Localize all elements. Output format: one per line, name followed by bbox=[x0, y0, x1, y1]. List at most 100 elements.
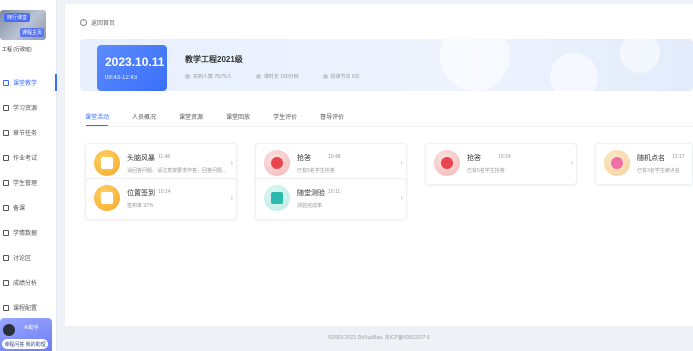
activity-card-quiz[interactable]: 随堂测验 10:11 测验完成率 › bbox=[255, 178, 407, 220]
sidebar: 随行课堂 课程主页 工程 (行政班) 课堂教学 学习资源 章节任务 作业考试 学… bbox=[0, 0, 57, 351]
ai-assistant-label: AI助手 bbox=[24, 325, 39, 331]
tab-replay[interactable]: 课堂回放 bbox=[226, 112, 250, 126]
sidebar-item-prepare[interactable]: 备课 bbox=[0, 195, 57, 220]
activity-time: 10:48 bbox=[328, 154, 341, 160]
stat-text: 实到人数 75/76人 bbox=[193, 74, 232, 80]
alarm-glyph bbox=[271, 157, 283, 169]
brain-icon bbox=[94, 150, 120, 176]
activity-card-quick-answer-2[interactable]: 抢答 10:24 已有5名学生抢答 › bbox=[425, 143, 577, 185]
chevron-right-icon: › bbox=[400, 160, 403, 167]
activity-desc: 已有5名学生抢答 bbox=[467, 168, 505, 174]
sidebar-item-classroom[interactable]: 课堂教学 bbox=[0, 70, 57, 95]
stat-text: 授课节次 6次 bbox=[330, 74, 360, 80]
activity-time: 12:17 bbox=[672, 154, 685, 160]
attendance-stat: 实到人数 75/76人 bbox=[185, 73, 232, 80]
grades-icon bbox=[3, 279, 9, 286]
chevron-right-icon: › bbox=[400, 195, 403, 202]
course-cover-image[interactable]: 随行课堂 课程主页 bbox=[0, 10, 46, 40]
date-card: 2023.10.11 09:43-12:43 bbox=[97, 45, 167, 91]
sidebar-item-analytics[interactable]: 学情数据 bbox=[0, 220, 57, 245]
sidebar-item-homework[interactable]: 作业考试 bbox=[0, 145, 57, 170]
quiz-icon bbox=[264, 185, 290, 211]
tab-attendance[interactable]: 人员概况 bbox=[132, 112, 156, 126]
discussion-icon bbox=[3, 254, 9, 261]
activity-card-location-checkin[interactable]: 位置签到 10:14 签到率 97% › bbox=[85, 178, 237, 220]
sidebar-item-label: 学习资源 bbox=[13, 106, 38, 112]
sidebar-item-grades[interactable]: 成绩分析 bbox=[0, 270, 57, 295]
homework-icon bbox=[3, 154, 9, 161]
sidebar-item-resources[interactable]: 学习资源 bbox=[0, 95, 57, 120]
tab-activities[interactable]: 课堂活动 bbox=[85, 112, 109, 126]
activity-title: 抢答 bbox=[467, 155, 481, 162]
cover-tag: 随行课堂 bbox=[4, 13, 31, 22]
sessions-stat: 授课节次 6次 bbox=[322, 73, 360, 80]
resources-icon bbox=[3, 104, 9, 111]
alarm-icon bbox=[434, 150, 460, 176]
activity-title: 头脑风暴 bbox=[127, 155, 155, 162]
sidebar-item-chapters[interactable]: 章节任务 bbox=[0, 120, 57, 145]
activity-time: 10:24 bbox=[498, 154, 511, 160]
chevron-right-icon: › bbox=[230, 195, 233, 202]
ai-assistant-card[interactable]: AI助手 课程问答 我的助理 bbox=[0, 318, 52, 351]
alarm-glyph bbox=[441, 157, 453, 169]
chapters-icon bbox=[3, 129, 9, 136]
students-icon bbox=[3, 179, 9, 186]
sidebar-item-label: 学情数据 bbox=[13, 231, 38, 237]
back-icon: ‹ bbox=[80, 19, 87, 26]
activity-desc: 签到率 97% bbox=[127, 203, 154, 209]
sidebar-item-discussion[interactable]: 讨论区 bbox=[0, 245, 57, 270]
activity-time: 11:48 bbox=[158, 154, 171, 160]
sidebar-item-label: 课堂教学 bbox=[13, 81, 38, 87]
sidebar-item-label: 课程配置 bbox=[13, 306, 38, 312]
sidebar-item-label: 成绩分析 bbox=[13, 281, 38, 287]
class-date: 2023.10.11 bbox=[105, 55, 165, 69]
sidebar-item-students[interactable]: 学生管理 bbox=[0, 170, 57, 195]
clock-icon bbox=[255, 74, 261, 79]
activity-time: 10:14 bbox=[158, 189, 171, 195]
tab-resources[interactable]: 课堂资源 bbox=[179, 112, 203, 126]
roll-call-glyph bbox=[611, 157, 623, 169]
activity-title: 抢答 bbox=[297, 155, 311, 162]
chevron-right-icon: › bbox=[570, 160, 573, 167]
classroom-icon bbox=[3, 79, 9, 86]
sidebar-item-label: 学生管理 bbox=[13, 181, 38, 187]
config-icon bbox=[3, 304, 9, 311]
activity-desc: 请回答问题，请注意按要求作答，回答问题... bbox=[127, 168, 227, 174]
activity-desc: 已有5名学生抢答 bbox=[297, 168, 335, 174]
banner-decoration bbox=[620, 39, 660, 73]
activity-desc: 测验完成率 bbox=[297, 203, 323, 209]
tab-divider bbox=[80, 126, 693, 127]
class-time: 09:43-12:43 bbox=[105, 75, 138, 81]
sidebar-item-label: 讨论区 bbox=[13, 256, 32, 262]
back-label: 返回首页 bbox=[91, 21, 116, 27]
chevron-right-icon: › bbox=[230, 160, 233, 167]
activity-card-roll-call[interactable]: 随机点名 12:17 已有3名学生被点名 bbox=[595, 143, 693, 185]
tab-student-review[interactable]: 学生评价 bbox=[273, 112, 297, 126]
activity-desc: 已有3名学生被点名 bbox=[637, 168, 680, 174]
ai-assistant-button[interactable]: 课程问答 我的助理 bbox=[2, 339, 48, 349]
sidebar-item-label: 章节任务 bbox=[13, 131, 38, 137]
person-icon bbox=[185, 74, 190, 79]
tab-bar: 课堂活动 人员概况 课堂资源 课堂回放 学生评价 督导评价 bbox=[85, 112, 367, 126]
class-stats: 实到人数 75/76人 课时长 180分钟 授课节次 6次 bbox=[185, 73, 384, 80]
avatar bbox=[3, 324, 15, 336]
cover-sub-label[interactable]: 课程主页 bbox=[19, 28, 44, 37]
brain-glyph bbox=[101, 157, 113, 169]
activity-title: 随堂测验 bbox=[297, 190, 325, 197]
class-title: 教学工程2021级 bbox=[185, 55, 243, 64]
tab-supervisor-review[interactable]: 督导评价 bbox=[320, 112, 344, 126]
activity-title: 随机点名 bbox=[637, 155, 665, 162]
activity-time: 10:11 bbox=[328, 189, 341, 195]
sidebar-item-config[interactable]: 课程配置 bbox=[0, 295, 57, 320]
quiz-glyph bbox=[271, 192, 283, 204]
location-glyph bbox=[101, 192, 113, 204]
prepare-icon bbox=[3, 204, 9, 211]
footer-copyright: ©2003-2023 ZhiXueBao. 京ICP备00013377-5 bbox=[328, 335, 430, 341]
banner-decoration bbox=[550, 53, 598, 91]
calendar-icon bbox=[322, 74, 328, 79]
back-link[interactable]: ‹ 返回首页 bbox=[80, 18, 115, 27]
activity-title: 位置签到 bbox=[127, 190, 155, 197]
sidebar-nav: 课堂教学 学习资源 章节任务 作业考试 学生管理 备课 学情数据 讨论区 成绩分… bbox=[0, 70, 57, 320]
roll-call-icon bbox=[604, 150, 630, 176]
duration-stat: 课时长 180分钟 bbox=[255, 73, 299, 80]
